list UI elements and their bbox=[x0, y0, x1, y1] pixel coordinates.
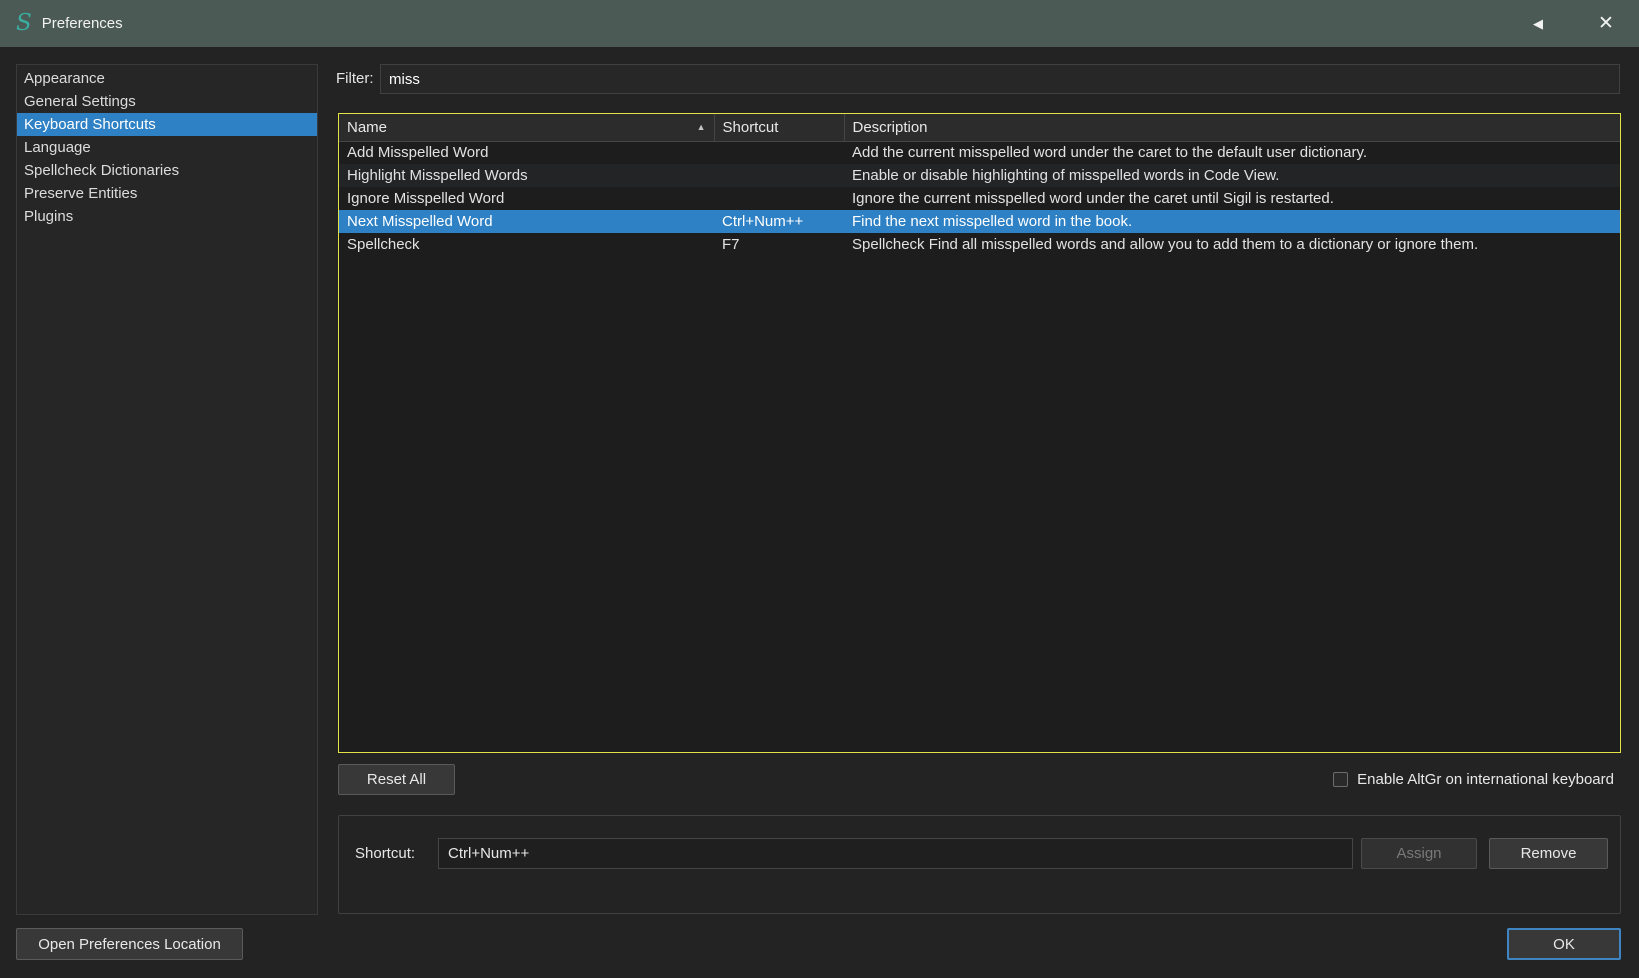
cell-description: Spellcheck Find all misspelled words and… bbox=[852, 236, 1479, 253]
cell-shortcut bbox=[714, 187, 844, 210]
cell-description: Ignore the current misspelled word under… bbox=[852, 190, 1334, 207]
sigil-logo-icon: S bbox=[16, 10, 32, 36]
sidebar-item-spellcheck-dictionaries[interactable]: Spellcheck Dictionaries bbox=[17, 159, 317, 182]
table-row[interactable]: Next Misspelled Word Ctrl+Num++ Find the n… bbox=[339, 210, 1620, 233]
filter-input[interactable] bbox=[380, 64, 1620, 94]
column-header-name[interactable]: Name ▲ bbox=[339, 114, 715, 142]
cell-shortcut: Ctrl+Num++ bbox=[714, 210, 844, 233]
cell-name: Spellcheck bbox=[347, 236, 420, 253]
table-row[interactable]: Highlight Misspelled Words Enable or disa… bbox=[339, 164, 1620, 187]
shortcuts-table: Name ▲ Shortcut Description Add Misspell… bbox=[338, 113, 1621, 753]
column-header-name-label: Name bbox=[347, 118, 388, 136]
altgr-checkbox[interactable] bbox=[1333, 772, 1349, 787]
altgr-label: Enable AltGr on international keyboard bbox=[1357, 771, 1614, 788]
reset-all-button[interactable]: Reset All bbox=[338, 764, 455, 795]
sidebar-item-keyboard-shortcuts[interactable]: Keyboard Shortcuts bbox=[17, 113, 317, 136]
shortcut-label: Shortcut: bbox=[355, 845, 416, 862]
cell-description: Find the next misspelled word in the boo… bbox=[844, 210, 1620, 233]
open-preferences-location-button[interactable]: Open Preferences Location bbox=[16, 928, 243, 960]
remove-button[interactable]: Remove bbox=[1489, 838, 1608, 869]
cell-name: Next Misspelled Word bbox=[339, 210, 714, 233]
cell-description: Add the current misspelled word under th… bbox=[852, 144, 1368, 162]
assign-button[interactable]: Assign bbox=[1361, 838, 1477, 869]
table-header-row: Name ▲ Shortcut Description bbox=[339, 114, 1620, 142]
sidebar-item-appearance[interactable]: Appearance bbox=[17, 67, 317, 90]
close-window-icon[interactable]: ✕ bbox=[1573, 12, 1639, 35]
filter-label: Filter: bbox=[336, 70, 374, 87]
sidebar-item-preserve-entities[interactable]: Preserve Entities bbox=[17, 182, 317, 205]
titlebar[interactable]: S Preferences ◀ ✕ bbox=[0, 0, 1639, 47]
sidebar-item-language[interactable]: Language bbox=[17, 136, 317, 159]
sidebar-item-general-settings[interactable]: General Settings bbox=[17, 90, 317, 113]
sidebar-list: Appearance General Settings Keyboard Short… bbox=[16, 64, 318, 915]
table-row[interactable]: Add Misspelled Word Add the current missp… bbox=[339, 141, 1620, 164]
cell-shortcut bbox=[714, 141, 844, 164]
cell-shortcut: F7 bbox=[722, 236, 740, 253]
cell-description: Enable or disable highlighting of misspe… bbox=[844, 164, 1620, 187]
column-header-description[interactable]: Description bbox=[844, 114, 1620, 142]
window-controls: ◀ ✕ bbox=[1503, 0, 1639, 47]
column-header-shortcut[interactable]: Shortcut bbox=[714, 114, 845, 142]
shortcut-editor-group: Shortcut: Assign Remove bbox=[338, 815, 1621, 914]
preferences-window: S Preferences ◀ ✕ Appearance General Sett… bbox=[0, 0, 1639, 978]
cell-name: Ignore Misspelled Word bbox=[347, 190, 505, 207]
table-row[interactable]: Ignore Misspelled Word Ignore the current… bbox=[339, 187, 1620, 210]
window-title: Preferences bbox=[41, 15, 123, 32]
sidebar-item-plugins[interactable]: Plugins bbox=[17, 205, 317, 228]
altgr-option: Enable AltGr on international keyboard bbox=[1333, 764, 1614, 795]
shortcut-table-body: Add Misspelled Word Add the current missp… bbox=[339, 141, 1620, 256]
table-row[interactable]: Spellcheck F7 Spellcheck Find all misspell… bbox=[339, 233, 1620, 256]
cell-name: Highlight Misspelled Words bbox=[339, 164, 714, 187]
ok-button[interactable]: OK bbox=[1507, 928, 1621, 960]
shade-window-icon[interactable]: ◀ bbox=[1503, 16, 1573, 32]
cell-name: Add Misspelled Word bbox=[347, 144, 489, 162]
cell-shortcut bbox=[714, 164, 844, 187]
shortcut-input[interactable] bbox=[438, 838, 1353, 869]
sort-ascending-icon: ▲ bbox=[696, 122, 706, 132]
